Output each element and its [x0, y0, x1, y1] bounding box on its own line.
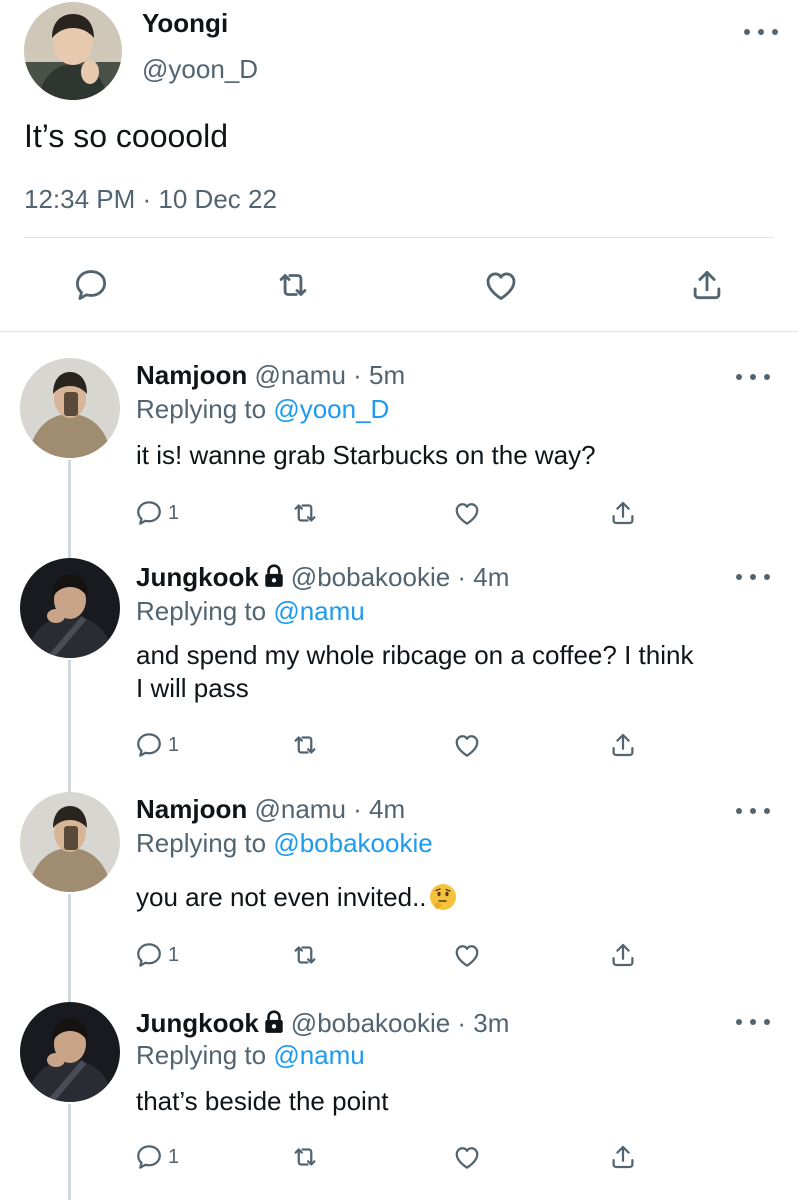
- reply-header: Namjoon @namu · 4m: [136, 794, 405, 825]
- reply-text: you are not even invited..: [136, 882, 457, 913]
- reply-count: 1: [168, 1145, 180, 1168]
- reply-author-name[interactable]: Jungkook: [136, 562, 259, 592]
- replying-to: Replying to @namu: [136, 596, 365, 627]
- thread-line: [68, 660, 71, 792]
- share-icon[interactable]: [608, 730, 638, 760]
- lock-icon: [263, 564, 285, 588]
- reply-count: 1: [168, 501, 180, 524]
- replying-to-handle[interactable]: @namu: [273, 1040, 364, 1070]
- replying-to-handle[interactable]: @yoon_D: [273, 394, 389, 424]
- replying-to: Replying to @bobakookie: [136, 828, 433, 859]
- reply-icon[interactable]: 1: [134, 1142, 179, 1172]
- replying-to-handle[interactable]: @namu: [273, 596, 364, 626]
- reply-meta[interactable]: @namu · 5m: [254, 360, 405, 390]
- reply-text-line: I will pass: [136, 673, 249, 703]
- like-icon[interactable]: [482, 266, 520, 304]
- share-icon[interactable]: [608, 1142, 638, 1172]
- reply-header: Jungkook @bobakookie · 4m: [136, 562, 509, 593]
- reply-meta[interactable]: @namu · 4m: [254, 794, 405, 824]
- thinking-face-emoji: [429, 884, 456, 910]
- avatar-namjoon[interactable]: [20, 358, 120, 458]
- reply-header: Jungkook @bobakookie · 3m: [136, 1008, 509, 1039]
- reply-text: that’s beside the point: [136, 1086, 389, 1116]
- reply-header: Namjoon @namu · 5m: [136, 360, 405, 391]
- share-icon[interactable]: [608, 498, 638, 528]
- reply-icon[interactable]: [72, 266, 110, 304]
- reply-text: it is! wanne grab Starbucks on the way?: [136, 440, 596, 470]
- reply-icon[interactable]: 1: [134, 730, 179, 760]
- more-icon[interactable]: [736, 806, 770, 816]
- avatar-jungkook[interactable]: [20, 558, 120, 658]
- reply-text-content: you are not even invited..: [136, 882, 427, 912]
- reply-text-line: and spend my whole ribcage on a coffee? …: [136, 640, 694, 670]
- reply-icon[interactable]: 1: [134, 940, 179, 970]
- reply-author-name[interactable]: Namjoon: [136, 794, 247, 824]
- avatar-jungkook[interactable]: [20, 1002, 120, 1102]
- replying-to-label: Replying to: [136, 828, 267, 858]
- reply-author-name[interactable]: Jungkook: [136, 1008, 259, 1038]
- like-icon[interactable]: [452, 1142, 482, 1172]
- reply-count: 1: [168, 733, 180, 756]
- reply-meta[interactable]: @bobakookie · 3m: [291, 1008, 510, 1038]
- avatar-namjoon[interactable]: [20, 792, 120, 892]
- reply-icon[interactable]: 1: [134, 498, 179, 528]
- replying-to-label: Replying to: [136, 394, 267, 424]
- like-icon[interactable]: [452, 498, 482, 528]
- like-icon[interactable]: [452, 730, 482, 760]
- reply-meta[interactable]: @bobakookie · 4m: [291, 562, 510, 592]
- thread-line: [68, 460, 71, 558]
- retweet-icon[interactable]: [274, 266, 312, 304]
- more-icon[interactable]: [736, 572, 770, 582]
- divider: [24, 237, 774, 238]
- lock-icon: [263, 1010, 285, 1034]
- author-name[interactable]: Yoongi: [142, 8, 228, 39]
- replying-to-handle[interactable]: @bobakookie: [273, 828, 432, 858]
- tweet-text: It’s so coooold: [24, 118, 228, 154]
- reply-author-name[interactable]: Namjoon: [136, 360, 247, 390]
- author-handle[interactable]: @yoon_D: [142, 54, 258, 85]
- retweet-icon[interactable]: [290, 1142, 320, 1172]
- avatar-yoongi[interactable]: [24, 2, 122, 100]
- replying-to-label: Replying to: [136, 596, 267, 626]
- like-icon[interactable]: [452, 940, 482, 970]
- share-icon[interactable]: [608, 940, 638, 970]
- replying-to: Replying to @yoon_D: [136, 394, 389, 425]
- tweet-timestamp[interactable]: 12:34 PM · 10 Dec 22: [24, 184, 277, 215]
- thread-line: [68, 894, 71, 1002]
- retweet-icon[interactable]: [290, 730, 320, 760]
- replying-to-label: Replying to: [136, 1040, 267, 1070]
- more-icon[interactable]: [744, 27, 778, 37]
- more-icon[interactable]: [736, 372, 770, 382]
- thread-line: [68, 1104, 71, 1200]
- reply-count: 1: [168, 943, 180, 966]
- retweet-icon[interactable]: [290, 498, 320, 528]
- retweet-icon[interactable]: [290, 940, 320, 970]
- more-icon[interactable]: [736, 1017, 770, 1027]
- share-icon[interactable]: [688, 266, 726, 304]
- divider: [0, 331, 798, 332]
- replying-to: Replying to @namu: [136, 1040, 365, 1071]
